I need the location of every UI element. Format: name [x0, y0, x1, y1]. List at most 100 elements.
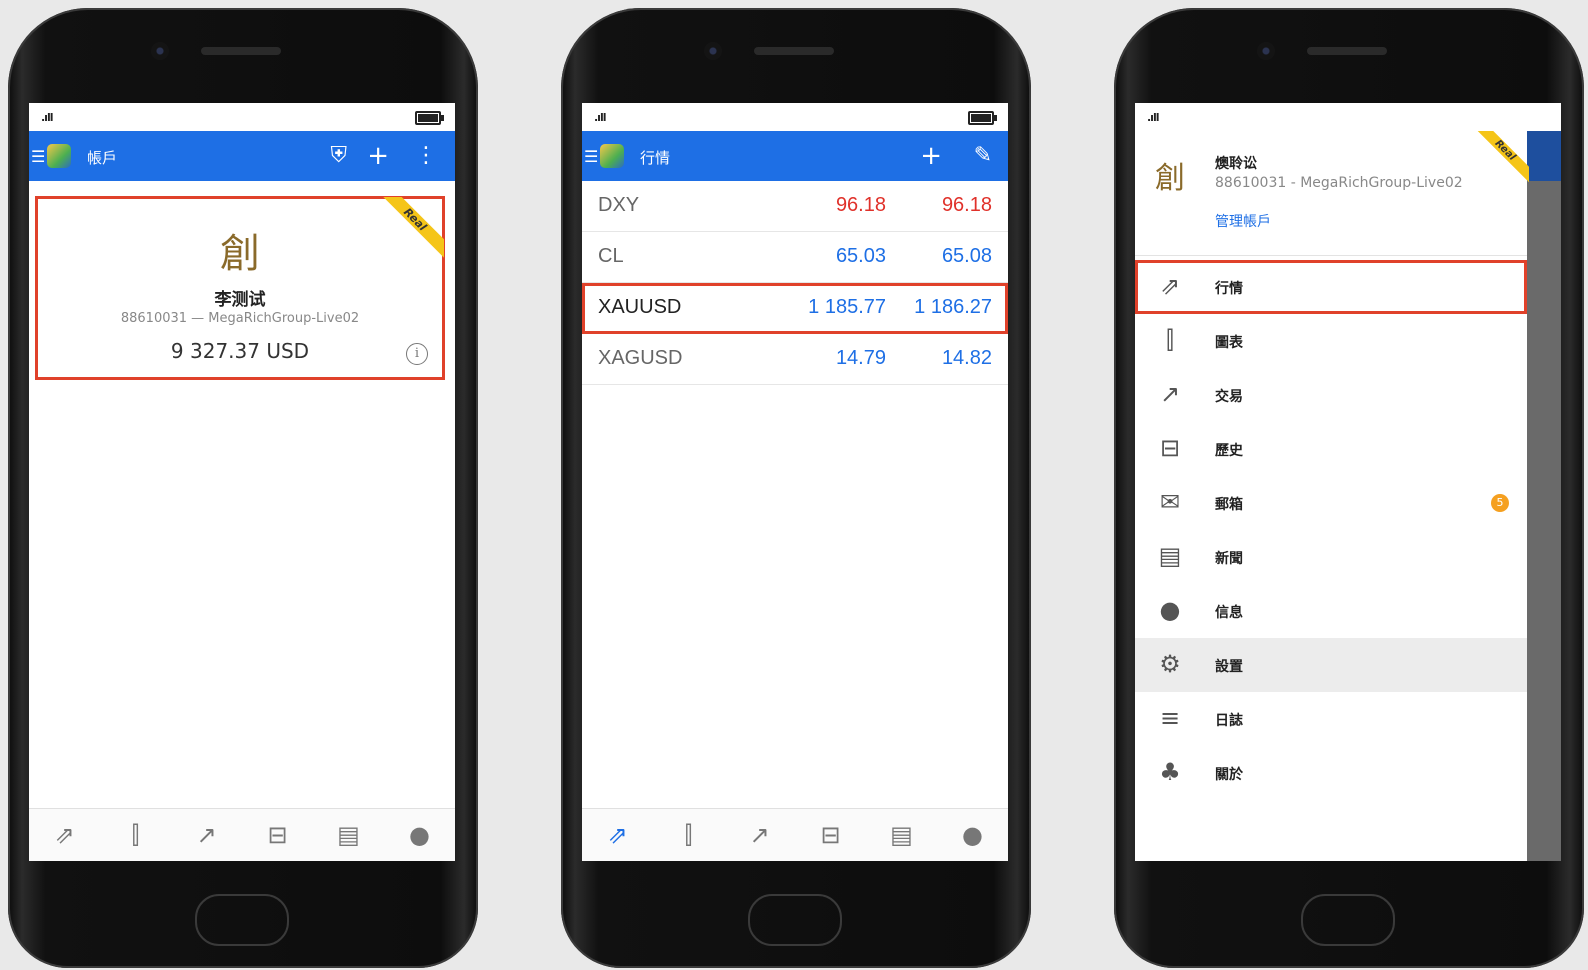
- menu-item-journal[interactable]: ≡ 日誌: [1135, 692, 1527, 746]
- speaker: [201, 47, 281, 55]
- ask-price: 96.18: [941, 194, 992, 216]
- broker-logo: 創: [1155, 161, 1185, 196]
- info-icon[interactable]: i: [406, 343, 428, 365]
- signal-icon: .ıll: [41, 111, 53, 124]
- shield-icon[interactable]: ⛨: [330, 140, 347, 172]
- settings-icon: ⚙: [1159, 650, 1181, 678]
- camera: [1257, 42, 1275, 60]
- camera: [704, 42, 722, 60]
- messages-icon: ●: [1159, 596, 1181, 624]
- menu-item-mailbox[interactable]: ✉ 郵箱 5: [1135, 476, 1527, 530]
- menu-item-news[interactable]: ▤ 新聞: [1135, 530, 1527, 584]
- history-icon: ⊟: [1159, 434, 1181, 462]
- menu-item-about[interactable]: ♣ 關於: [1135, 746, 1527, 800]
- page-title: 行情: [640, 149, 671, 167]
- real-ribbon: Real: [378, 197, 444, 263]
- ask-price: 1 186.27: [914, 296, 992, 318]
- scrim[interactable]: [1527, 131, 1561, 861]
- menu-item-quotes[interactable]: ⇗ 行情: [1135, 260, 1527, 314]
- unread-badge: 5: [1491, 494, 1509, 512]
- ask-price: 65.08: [941, 245, 992, 267]
- symbol: XAUUSD: [598, 296, 682, 318]
- bid-price: 1 185.77: [808, 296, 886, 318]
- drawer-header: 創 燠聆讼 88610031 - MegaRichGroup-Live02 管理…: [1135, 131, 1529, 256]
- menu-item-charts[interactable]: ⫿ 圖表: [1135, 314, 1527, 368]
- chart-icon: ⫿: [1166, 326, 1174, 354]
- quotes-icon[interactable]: ⇗: [598, 821, 638, 849]
- news-icon[interactable]: ▤: [882, 821, 922, 849]
- nav-drawer: .ıll 創 燠聆讼 88610031 - MegaRichGroup-Live…: [1135, 103, 1529, 861]
- messages-icon[interactable]: ●: [953, 821, 993, 849]
- journal-icon: ≡: [1159, 704, 1181, 732]
- bottom-nav: ⇗ ⫿ ↗ ⊟ ▤ ●: [29, 808, 455, 861]
- app-bar: ☰ 帳戶 ⛨ + ⋮: [29, 131, 455, 181]
- news-icon[interactable]: ▤: [329, 821, 369, 849]
- news-icon: ▤: [1158, 542, 1182, 570]
- menu-item-messages[interactable]: ● 信息: [1135, 584, 1527, 638]
- account-name: 李测试: [214, 290, 266, 310]
- menu-item-trade[interactable]: ↗ 交易: [1135, 368, 1527, 422]
- quote-row[interactable]: CL 65.03 65.08: [582, 232, 1008, 283]
- history-icon[interactable]: ⊟: [258, 821, 298, 849]
- signal-icon: .ıll: [594, 111, 606, 124]
- status-bar: .ıll: [582, 103, 1008, 131]
- home-button[interactable]: [195, 894, 289, 946]
- screen: .ıll ☰ 帳戶 ⛨ + ⋮ Real 創 李测试 88610031 — Me…: [29, 103, 455, 861]
- broker-logo: 創: [220, 231, 260, 277]
- phone-accounts: .ıll ☰ 帳戶 ⛨ + ⋮ Real 創 李测试 88610031 — Me…: [8, 8, 478, 968]
- home-button[interactable]: [1301, 894, 1395, 946]
- trade-icon[interactable]: ↗: [740, 821, 780, 849]
- screen: .ıll 創 燠聆讼 88610031 - MegaRichGroup-Live…: [1135, 103, 1561, 861]
- messages-icon[interactable]: ●: [400, 821, 440, 849]
- quote-row[interactable]: XAGUSD 14.79 14.82: [582, 334, 1008, 385]
- menu-item-settings[interactable]: ⚙ 設置: [1135, 638, 1527, 692]
- battery-icon: [415, 111, 444, 125]
- account-name: 燠聆讼: [1215, 156, 1257, 172]
- menu-icon[interactable]: ☰: [584, 147, 598, 166]
- app-logo: [47, 144, 71, 168]
- ask-price: 14.82: [941, 347, 992, 369]
- camera: [151, 42, 169, 60]
- quotes-icon[interactable]: ⇗: [45, 821, 85, 849]
- bid-price: 14.79: [835, 347, 886, 369]
- about-icon: ♣: [1159, 758, 1181, 786]
- account-login: 88610031 - MegaRichGroup-Live02: [1215, 175, 1463, 191]
- quote-row[interactable]: DXY 96.18 96.18: [582, 181, 1008, 232]
- manage-accounts-link[interactable]: 管理帳戶: [1215, 211, 1271, 231]
- bid-price: 65.03: [835, 245, 886, 267]
- quotes-icon: ⇗: [1159, 272, 1181, 300]
- symbol: DXY: [598, 194, 640, 216]
- app-bar: ☰ 行情 + ✎: [582, 131, 1008, 181]
- chart-icon[interactable]: ⫿: [669, 821, 709, 849]
- mailbox-icon: ✉: [1159, 488, 1181, 516]
- chart-icon[interactable]: ⫿: [116, 821, 156, 849]
- page-title: 帳戶: [87, 149, 118, 167]
- symbol: CL: [598, 245, 624, 267]
- trade-icon[interactable]: ↗: [187, 821, 227, 849]
- status-bar: .ıll: [29, 103, 455, 131]
- drawer-menu: ⇗ 行情 ⫿ 圖表 ↗ 交易 ⊟ 歷史 ✉ 郵箱 5 ▤ 新聞 ● 信息 ⚙ 設…: [1135, 260, 1527, 800]
- edit-icon[interactable]: ✎: [974, 140, 992, 172]
- speaker: [754, 47, 834, 55]
- status-bar: .ıll: [1135, 103, 1527, 131]
- screen: .ıll ☰ 行情 + ✎ DXY 96.18 96.18 CL 65.03 6…: [582, 103, 1008, 861]
- quotes-list: DXY 96.18 96.18 CL 65.03 65.08 XAUUSD 1 …: [582, 181, 1008, 385]
- menu-item-history[interactable]: ⊟ 歷史: [1135, 422, 1527, 476]
- add-icon[interactable]: +: [920, 140, 942, 172]
- more-icon[interactable]: ⋮: [415, 140, 437, 172]
- account-balance: 9 327.37 USD: [170, 339, 310, 363]
- menu-icon[interactable]: ☰: [31, 147, 45, 166]
- signal-icon: .ıll: [1147, 111, 1159, 124]
- trade-icon: ↗: [1159, 380, 1181, 408]
- phone-quotes: .ıll ☰ 行情 + ✎ DXY 96.18 96.18 CL 65.03 6…: [561, 8, 1031, 968]
- phone-drawer: .ıll 創 燠聆讼 88610031 - MegaRichGroup-Live…: [1114, 8, 1584, 968]
- bid-price: 96.18: [835, 194, 886, 216]
- account-login: 88610031 — MegaRichGroup-Live02: [120, 311, 360, 326]
- quote-row-highlighted[interactable]: XAUUSD 1 185.77 1 186.27: [582, 283, 1008, 334]
- history-icon[interactable]: ⊟: [811, 821, 851, 849]
- real-ribbon: Real: [1471, 131, 1529, 189]
- add-icon[interactable]: +: [367, 140, 389, 172]
- home-button[interactable]: [748, 894, 842, 946]
- bottom-nav: ⇗ ⫿ ↗ ⊟ ▤ ●: [582, 808, 1008, 861]
- account-card[interactable]: Real 創 李测试 88610031 — MegaRichGroup-Live…: [35, 196, 445, 380]
